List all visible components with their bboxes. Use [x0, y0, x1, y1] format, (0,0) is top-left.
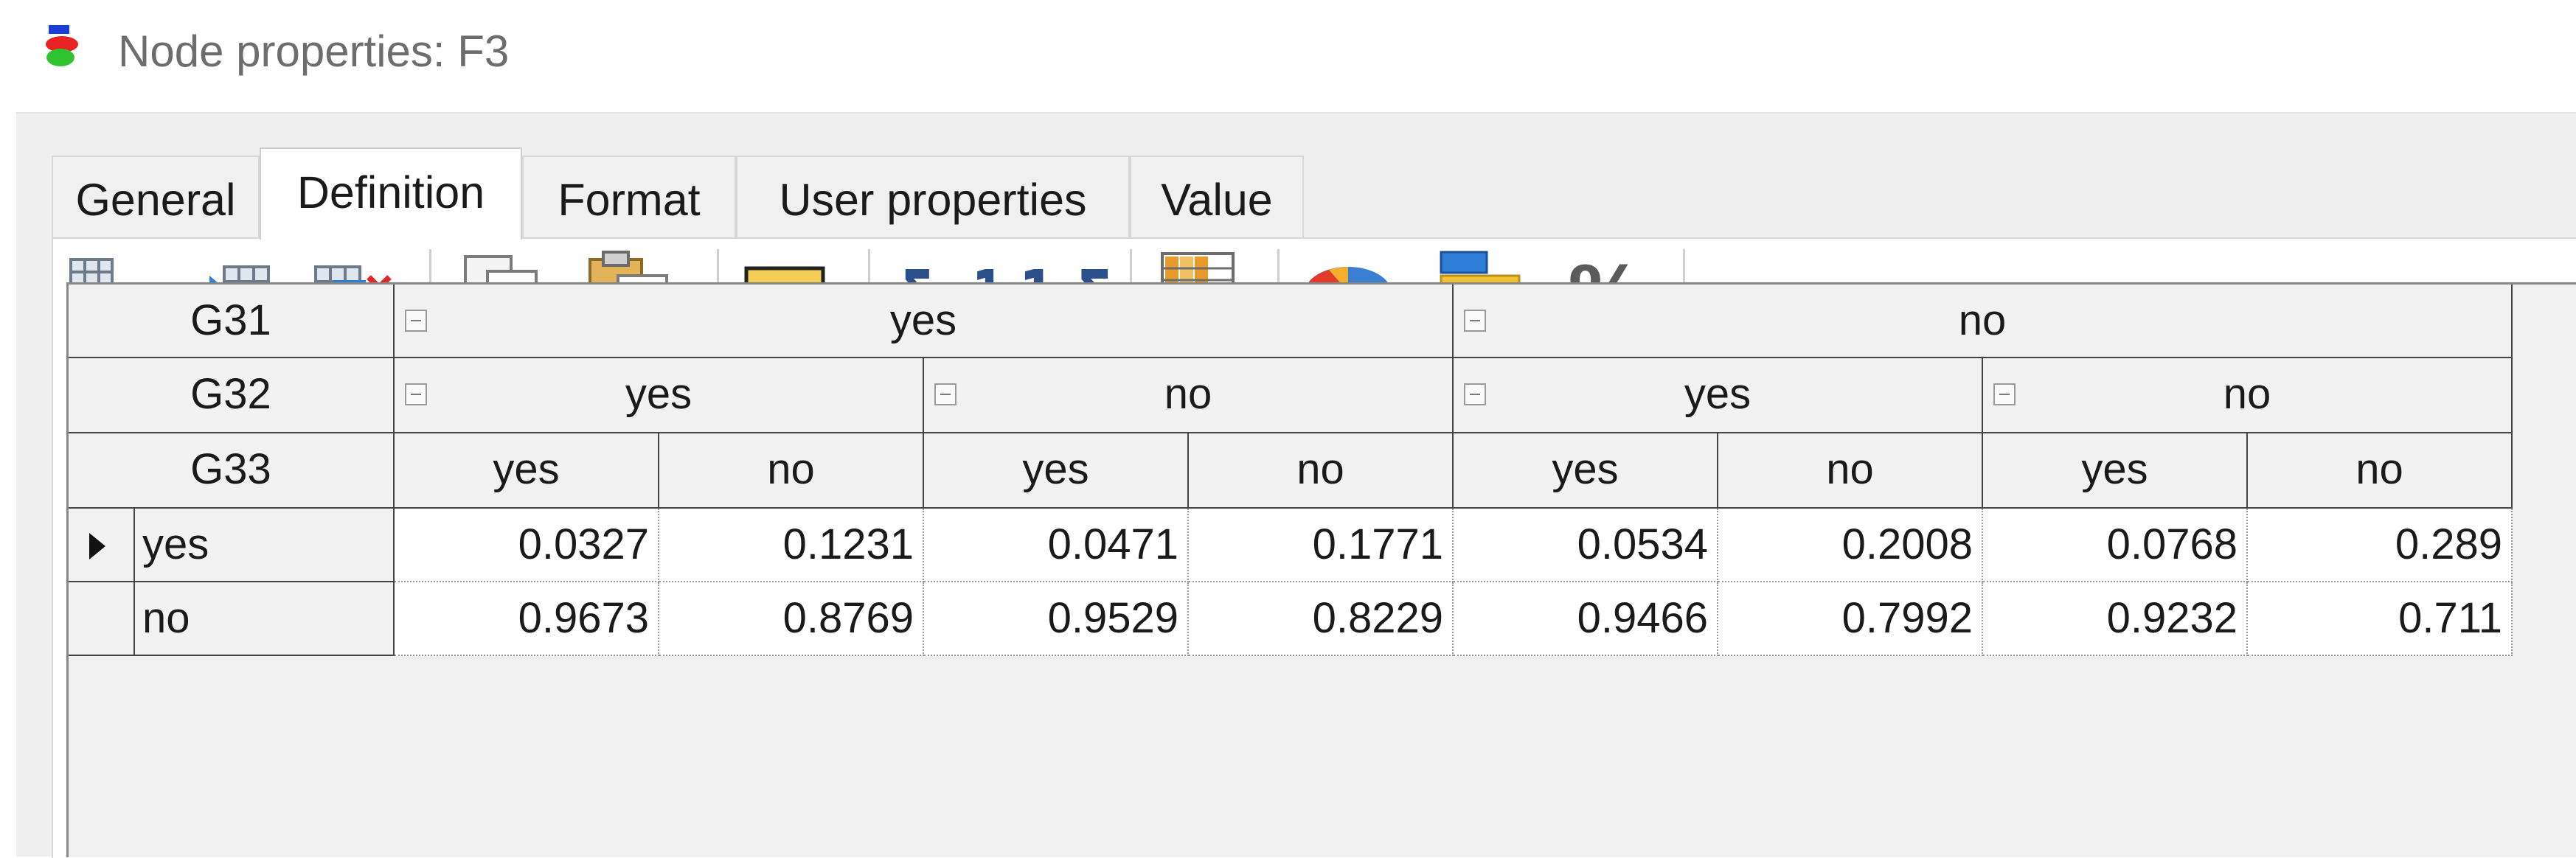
- current-row-indicator-icon: [89, 533, 105, 559]
- probability-cell[interactable]: 0.2008: [1718, 509, 1983, 582]
- row-state-label: no: [135, 582, 395, 656]
- tab-format[interactable]: Format: [522, 156, 736, 238]
- probability-cell[interactable]: 0.9529: [924, 582, 1189, 656]
- tab-general[interactable]: General: [52, 156, 260, 238]
- parent-state-header[interactable]: yes: [395, 358, 924, 433]
- probability-cell[interactable]: 0.9673: [395, 582, 659, 656]
- probability-cell[interactable]: 0.1771: [1189, 509, 1454, 582]
- tab-definition[interactable]: Definition: [260, 147, 522, 240]
- parent-state-header[interactable]: no: [1454, 285, 2513, 358]
- column-header[interactable]: yes: [924, 433, 1189, 509]
- probability-cell[interactable]: 0.8769: [659, 582, 924, 656]
- parent-node-name: G31: [69, 285, 395, 358]
- column-header[interactable]: yes: [1454, 433, 1718, 509]
- parent-state-header[interactable]: yes: [395, 285, 1454, 358]
- parent-state-header[interactable]: no: [1983, 358, 2513, 433]
- parent-state-header[interactable]: no: [924, 358, 1454, 433]
- row-selector[interactable]: [69, 509, 135, 582]
- probability-cell[interactable]: 0.0471: [924, 509, 1189, 582]
- column-header[interactable]: no: [659, 433, 924, 509]
- probability-cell[interactable]: 0.8229: [1189, 582, 1454, 656]
- probability-cell[interactable]: 0.289: [2248, 509, 2513, 582]
- column-header[interactable]: yes: [395, 433, 659, 509]
- row-selector[interactable]: [69, 582, 135, 656]
- stacked-ellipses-app-icon: [46, 22, 83, 74]
- probability-cell[interactable]: 0.1231: [659, 509, 924, 582]
- column-header[interactable]: yes: [1983, 433, 2248, 509]
- probability-table[interactable]: G31 yes no G32 yes no yes no G33 yes no …: [66, 282, 2576, 857]
- tab-user-properties[interactable]: User properties: [736, 156, 1130, 238]
- column-header[interactable]: no: [2248, 433, 2513, 509]
- probability-cell[interactable]: 0.9466: [1454, 582, 1718, 656]
- probability-cell[interactable]: 0.0327: [395, 509, 659, 582]
- probability-cell[interactable]: 0.0768: [1983, 509, 2248, 582]
- probability-cell[interactable]: 0.0534: [1454, 509, 1718, 582]
- row-state-label: yes: [135, 509, 395, 582]
- parent-state-header[interactable]: yes: [1454, 358, 1983, 433]
- probability-cell[interactable]: 0.7992: [1718, 582, 1983, 656]
- parent-node-name: G33: [69, 433, 395, 509]
- window-title: Node properties: F3: [118, 27, 510, 76]
- column-header[interactable]: no: [1189, 433, 1454, 509]
- tab-value[interactable]: Value: [1130, 156, 1304, 238]
- probability-cell[interactable]: 0.711: [2248, 582, 2513, 656]
- parent-node-name: G32: [69, 358, 395, 433]
- column-header[interactable]: no: [1718, 433, 1983, 509]
- title-bar: Node properties: F3: [0, 0, 2576, 111]
- probability-cell[interactable]: 0.9232: [1983, 582, 2248, 656]
